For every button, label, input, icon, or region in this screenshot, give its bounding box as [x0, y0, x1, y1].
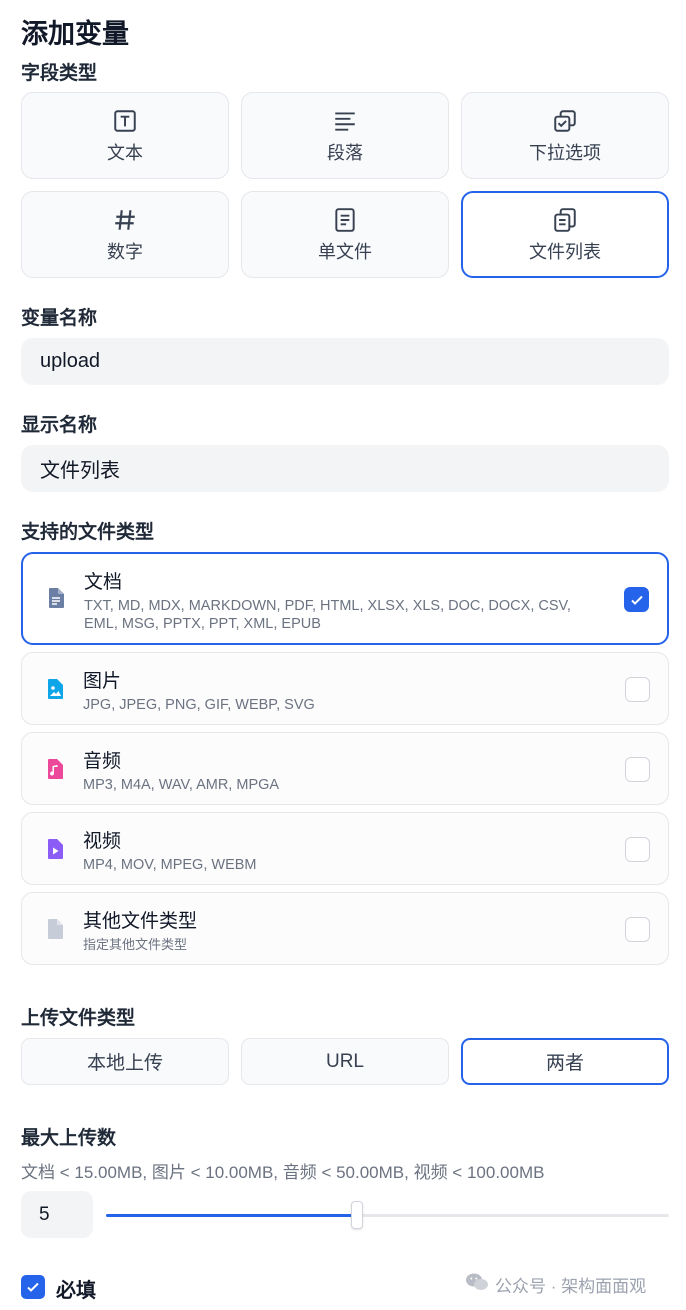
file-type-name: 其他文件类型: [83, 911, 198, 932]
slider-fill: [106, 1214, 357, 1217]
field-type-label-text: 文本: [107, 142, 143, 163]
file-type-name: 视频: [83, 831, 122, 852]
field-type-file-list[interactable]: 文件列表: [461, 191, 669, 278]
image-checkbox[interactable]: [625, 677, 650, 702]
required-label: 必填: [56, 1280, 96, 1302]
paragraph-lines-icon: [331, 107, 359, 135]
size-limits-text: 文档 < 15.00MB, 图片 < 10.00MB, 音频 < 50.00MB…: [21, 1163, 545, 1182]
audio-icon: [43, 757, 67, 781]
field-type-label: 字段类型: [21, 63, 98, 84]
file-type-extensions: TXT, MD, MDX, MARKDOWN, PDF, HTML, XLSX,…: [84, 598, 571, 632]
file-type-extensions: MP3, M4A, WAV, AMR, MPGA: [83, 777, 280, 793]
upload-method-url[interactable]: URL: [241, 1038, 449, 1085]
file-type-other[interactable]: 其他文件类型 指定其他文件类型: [21, 892, 669, 965]
hash-icon: [111, 206, 139, 234]
file-list-icon: [551, 206, 579, 234]
field-type-label-select: 下拉选项: [529, 142, 601, 163]
file-type-extensions: 指定其他文件类型: [83, 937, 188, 952]
upload-method-local[interactable]: 本地上传: [21, 1038, 229, 1085]
check-icon: [630, 595, 643, 605]
field-type-text[interactable]: 文本: [21, 92, 229, 179]
max-upload-slider[interactable]: [106, 1201, 669, 1229]
slider-thumb[interactable]: [350, 1201, 363, 1229]
watermark: 公众号 · 架构面面观: [465, 1272, 646, 1297]
text-box-icon: [111, 107, 139, 135]
field-type-label-number: 数字: [107, 241, 143, 262]
document-icon: [44, 586, 68, 610]
field-type-label-single-file: 单文件: [318, 241, 372, 262]
file-type-name: 音频: [83, 751, 122, 772]
file-type-image[interactable]: 图片 JPG, JPEG, PNG, GIF, WEBP, SVG: [21, 652, 669, 725]
file-type-extensions: MP4, MOV, MPEG, WEBM: [83, 857, 257, 873]
file-type-document[interactable]: 文档 TXT, MD, MDX, MARKDOWN, PDF, HTML, XL…: [21, 552, 669, 645]
file-types-label: 支持的文件类型: [21, 522, 155, 543]
variable-name-label: 变量名称: [21, 308, 98, 329]
field-type-label-paragraph: 段落: [327, 142, 363, 163]
single-file-icon: [331, 206, 359, 234]
field-type-paragraph[interactable]: 段落: [241, 92, 449, 179]
file-type-video[interactable]: 视频 MP4, MOV, MPEG, WEBM: [21, 812, 669, 885]
upload-method-both[interactable]: 两者: [461, 1038, 669, 1085]
field-type-number[interactable]: 数字: [21, 191, 229, 278]
select-check-icon: [551, 107, 579, 135]
other-checkbox[interactable]: [625, 917, 650, 942]
check-icon: [27, 1282, 39, 1292]
required-checkbox[interactable]: [21, 1275, 45, 1299]
display-name-input[interactable]: [21, 445, 669, 492]
wechat-icon: [465, 1272, 489, 1297]
other-file-icon: [43, 917, 67, 941]
field-type-select[interactable]: 下拉选项: [461, 92, 669, 179]
file-type-extensions: JPG, JPEG, PNG, GIF, WEBP, SVG: [83, 697, 315, 713]
file-type-name: 文档: [84, 572, 123, 593]
max-upload-label: 最大上传数: [21, 1128, 117, 1149]
field-type-single-file[interactable]: 单文件: [241, 191, 449, 278]
field-type-label-file-list: 文件列表: [529, 241, 601, 262]
display-name-label: 显示名称: [21, 415, 98, 436]
video-checkbox[interactable]: [625, 837, 650, 862]
file-type-audio[interactable]: 音频 MP3, M4A, WAV, AMR, MPGA: [21, 732, 669, 805]
page-title: 添加变量: [21, 19, 129, 49]
file-type-name: 图片: [83, 671, 122, 692]
variable-name-input[interactable]: [21, 338, 669, 385]
document-checkbox[interactable]: [624, 587, 649, 612]
watermark-text: 公众号 · 架构面面观: [495, 1277, 647, 1296]
upload-method-label: 上传文件类型: [21, 1008, 136, 1029]
max-upload-input[interactable]: 5: [21, 1191, 93, 1238]
image-icon: [43, 677, 67, 701]
video-icon: [43, 837, 67, 861]
audio-checkbox[interactable]: [625, 757, 650, 782]
